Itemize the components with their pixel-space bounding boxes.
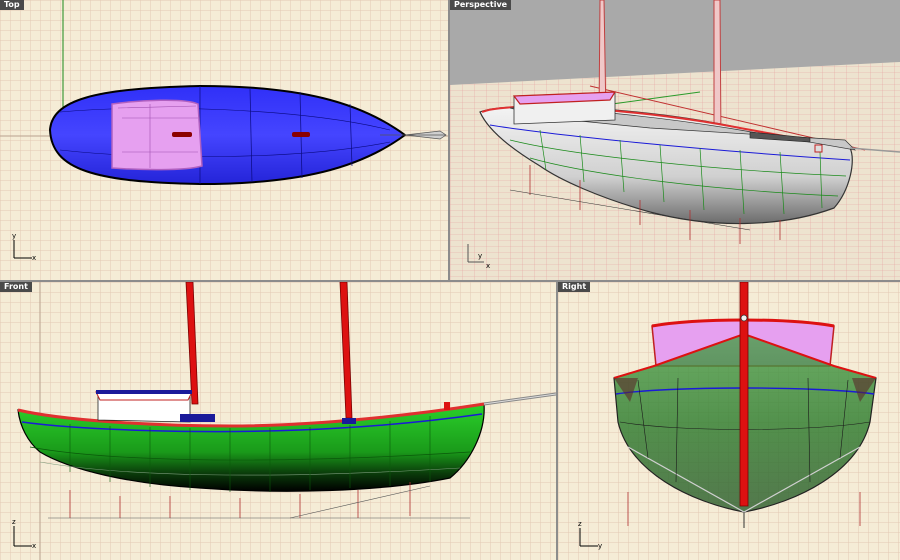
- viewport-top[interactable]: Top y x: [0, 0, 448, 280]
- axis-label-right-h: y: [598, 542, 603, 550]
- viewport-title-front[interactable]: Front: [0, 282, 32, 292]
- viewport-title-right[interactable]: Right: [558, 282, 591, 292]
- viewport-perspective[interactable]: Perspective y x: [450, 0, 900, 280]
- mast-perspective-aft: [713, 0, 722, 143]
- right-view-canvas[interactable]: [558, 282, 900, 560]
- viewport-title-perspective[interactable]: Perspective: [450, 0, 512, 10]
- front-view-canvas[interactable]: [0, 282, 556, 560]
- viewport-front[interactable]: Front z x: [0, 282, 556, 560]
- mast-top-view-aft[interactable]: [292, 132, 310, 137]
- top-view-canvas[interactable]: [0, 0, 448, 280]
- axis-label-perspective-v: y: [478, 252, 483, 260]
- axis-label-top-h: x: [32, 254, 37, 262]
- viewport-right[interactable]: Right z y: [558, 282, 900, 560]
- viewport-title-top[interactable]: Top: [0, 0, 24, 10]
- axis-label-front-v: z: [12, 518, 16, 526]
- axis-label-top-v: y: [12, 232, 17, 240]
- axis-label-front-h: x: [32, 542, 37, 550]
- perspective-view-canvas[interactable]: [450, 0, 900, 280]
- mast-top-view-fore[interactable]: [172, 132, 192, 137]
- axis-label-perspective-h: x: [486, 262, 491, 270]
- axis-label-right-v: z: [578, 520, 582, 528]
